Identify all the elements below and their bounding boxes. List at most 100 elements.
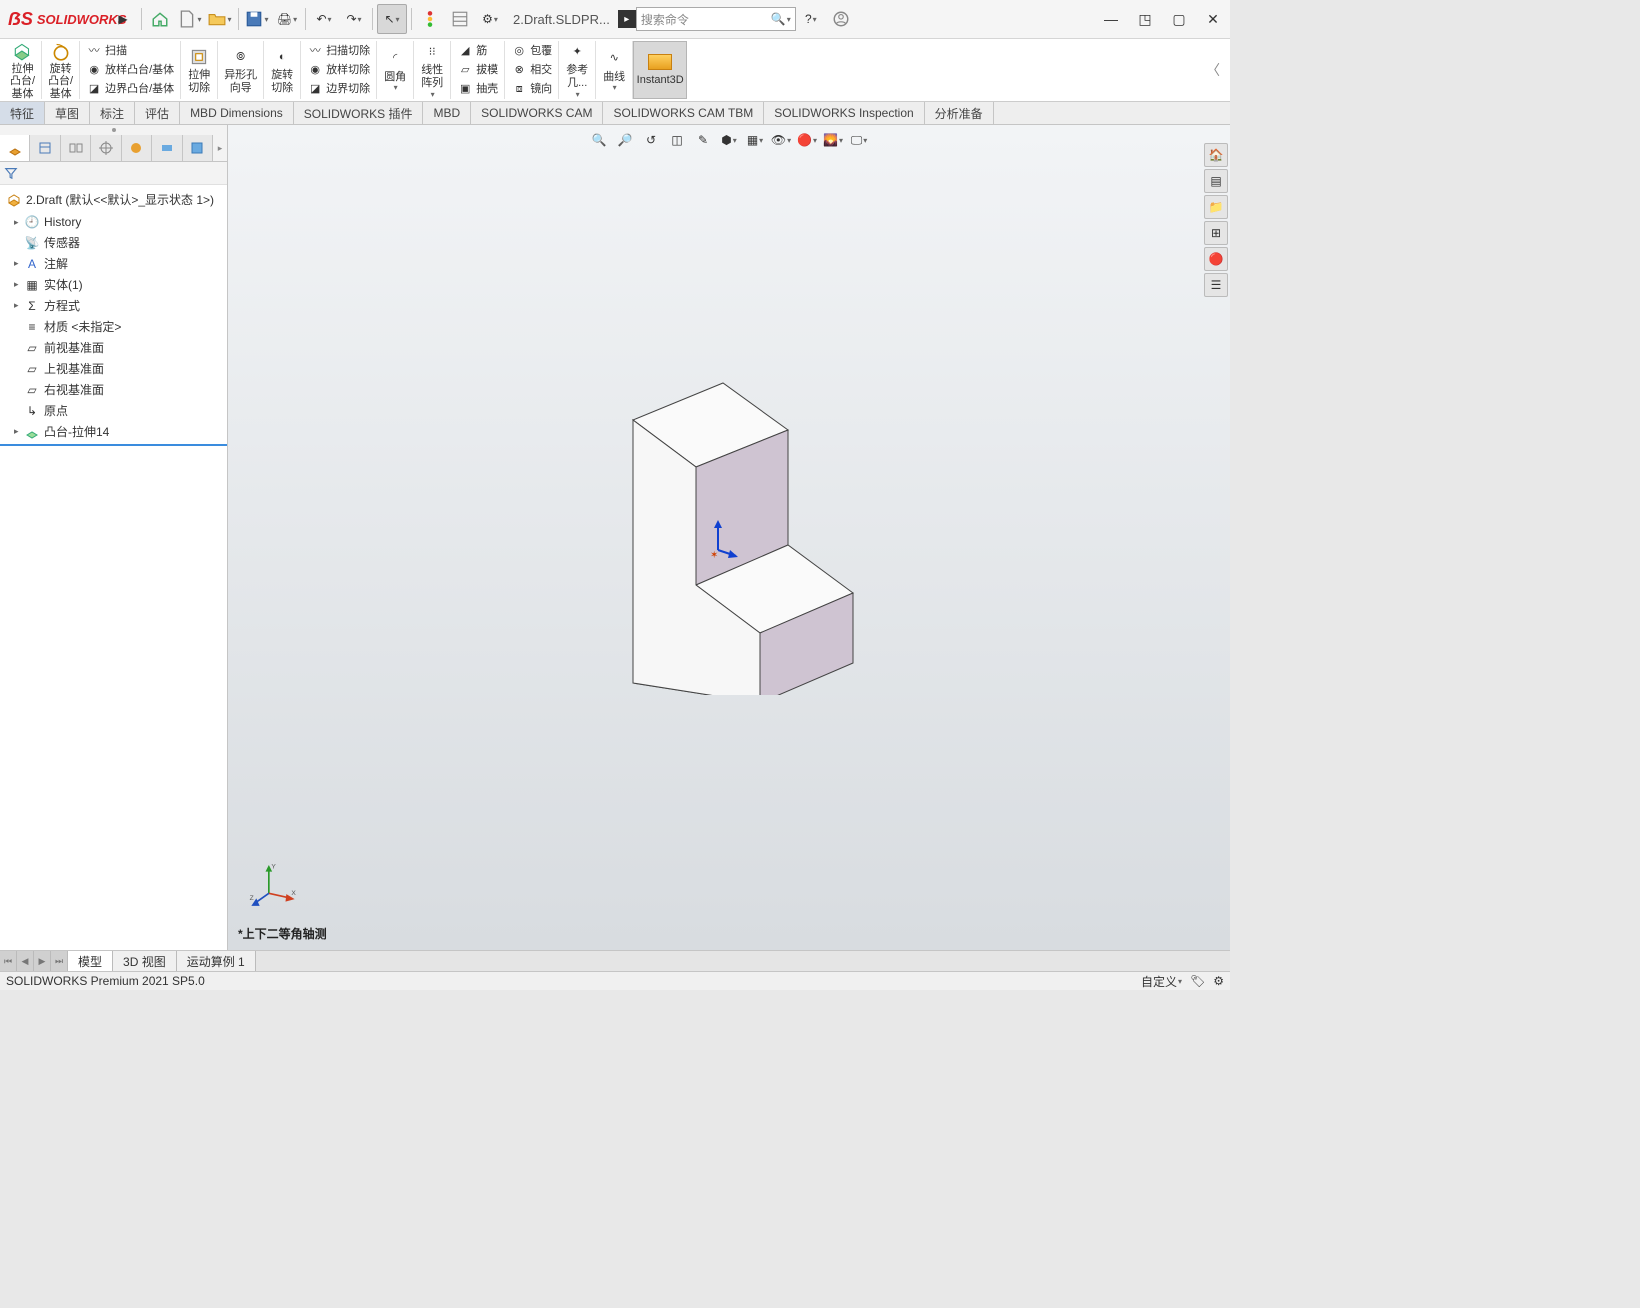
print-icon[interactable]: 🖨▾: [273, 5, 301, 33]
status-tag-icon[interactable]: 🏷: [1190, 974, 1205, 988]
tree-top-plane[interactable]: ▱上视基准面: [0, 358, 227, 379]
feature-manager-tab[interactable]: [0, 135, 30, 161]
restore-button[interactable]: ▢: [1162, 0, 1196, 38]
ribbon-collapse-icon[interactable]: 〈: [1206, 41, 1226, 99]
tab-solidworks-cam[interactable]: SOLIDWORKS CAM: [471, 102, 603, 124]
tab-evaluate[interactable]: 评估: [135, 102, 180, 124]
edit-appearance-icon[interactable]: 🔴▾: [795, 129, 819, 151]
taskpane-custom-props-icon[interactable]: ☰: [1204, 273, 1228, 297]
command-search-input[interactable]: 搜索命令🔍▾: [636, 7, 796, 31]
revolved-cut-button[interactable]: ◐旋转 切除: [268, 44, 296, 96]
display-manager-tab[interactable]: [122, 135, 152, 161]
previous-view-icon[interactable]: ↺: [639, 129, 663, 151]
boundary-cut-button[interactable]: ◪边界切除: [304, 80, 373, 98]
tab-solidworks-addins[interactable]: SOLIDWORKS 插件: [294, 102, 424, 124]
undo-icon[interactable]: ↶▾: [310, 5, 338, 33]
taskpane-file-explorer-icon[interactable]: 📁: [1204, 195, 1228, 219]
taskpane-view-palette-icon[interactable]: ⊞: [1204, 221, 1228, 245]
curves-button[interactable]: ∿曲线▾: [600, 46, 628, 95]
tab-nav-last-icon[interactable]: ⏭: [51, 951, 68, 971]
extruded-boss-button[interactable]: 拉伸 凸台/ 基体: [7, 38, 38, 103]
tab-mbd[interactable]: MBD: [423, 102, 471, 124]
taskpane-appearances-icon[interactable]: 🔴: [1204, 247, 1228, 271]
tab-solidworks-cam-tbm[interactable]: SOLIDWORKS CAM TBM: [603, 102, 764, 124]
home-icon[interactable]: [146, 5, 174, 33]
linear-pattern-button[interactable]: ⁝⁝线性 阵列▾: [418, 39, 446, 100]
tab-solidworks-inspection[interactable]: SOLIDWORKS Inspection: [764, 102, 924, 124]
display-style-icon[interactable]: ▦▾: [743, 129, 767, 151]
boundary-boss-button[interactable]: ◪边界凸台/基体: [83, 80, 177, 98]
status-gear-icon[interactable]: ⚙: [1213, 974, 1224, 988]
zoom-fit-icon[interactable]: 🔍: [587, 129, 611, 151]
status-unit-system[interactable]: 自定义 ▾: [1141, 973, 1182, 990]
apply-scene-icon[interactable]: 🌄▾: [821, 129, 845, 151]
tree-history[interactable]: ▸🕘History: [0, 212, 227, 232]
taskpane-design-library-icon[interactable]: ▤: [1204, 169, 1228, 193]
tree-annotations[interactable]: ▸A注解: [0, 253, 227, 274]
save-icon[interactable]: ▾: [243, 5, 271, 33]
help-icon[interactable]: ?▾: [797, 5, 825, 33]
fillet-button[interactable]: ◜圆角▾: [381, 46, 409, 95]
user-account-icon[interactable]: [827, 5, 855, 33]
bottom-tab-motion-study[interactable]: 运动算例 1: [177, 951, 256, 971]
tree-root-node[interactable]: 2.Draft (默认<<默认>_显示状态 1>): [0, 187, 227, 212]
tree-boss-extrude-14[interactable]: ▸凸台-拉伸14: [0, 421, 227, 442]
gear-icon[interactable]: ⚙▾: [476, 5, 504, 33]
swept-boss-button[interactable]: 〰扫描: [83, 42, 177, 60]
bottom-tab-model[interactable]: 模型: [68, 951, 113, 971]
dimxpert-manager-tab[interactable]: [91, 135, 121, 161]
tab-nav-next-icon[interactable]: ▶: [34, 951, 51, 971]
lofted-cut-button[interactable]: ◉放样切除: [304, 61, 373, 79]
graphics-viewport[interactable]: ⬜ ⬜ — ▣ ✕ 🔍 🔎 ↺ ◫ ✎ ⬢▾ ▦▾ 👁▾ 🔴▾ 🌄▾ 🖵▾ 🏠 …: [228, 125, 1230, 950]
redo-icon[interactable]: ↷▾: [340, 5, 368, 33]
tree-sensors[interactable]: 📡传感器: [0, 232, 227, 253]
tree-equations[interactable]: ▸Σ方程式: [0, 295, 227, 316]
section-view-icon[interactable]: ◫: [665, 129, 689, 151]
view-orientation-icon[interactable]: ⬢▾: [717, 129, 741, 151]
lofted-boss-button[interactable]: ◉放样凸台/基体: [83, 61, 177, 79]
tab-feature[interactable]: 特征: [0, 102, 45, 124]
property-manager-tab[interactable]: [30, 135, 60, 161]
tab-nav-prev-icon[interactable]: ◀: [17, 951, 34, 971]
tab-nav-first-icon[interactable]: ⏮: [0, 951, 17, 971]
tree-solid-bodies[interactable]: ▸▦实体(1): [0, 274, 227, 295]
backstage-button[interactable]: ◳: [1128, 0, 1162, 38]
form-icon[interactable]: [446, 5, 474, 33]
open-file-icon[interactable]: ▾: [206, 5, 234, 33]
intersect-button[interactable]: ⊗相交: [508, 61, 555, 79]
command-prompt-icon[interactable]: ▸: [618, 10, 636, 28]
new-file-icon[interactable]: ▾: [176, 5, 204, 33]
rollback-bar[interactable]: [0, 444, 227, 446]
cam-tool-tab[interactable]: [183, 135, 213, 161]
tree-filter-button[interactable]: [0, 162, 227, 185]
view-settings-icon[interactable]: 🖵▾: [847, 129, 871, 151]
select-cursor-icon[interactable]: ↖▾: [377, 4, 407, 34]
extruded-cut-button[interactable]: 拉伸 切除: [185, 44, 213, 96]
tree-origin[interactable]: ↳原点: [0, 400, 227, 421]
tab-sketch[interactable]: 草图: [45, 102, 90, 124]
tree-front-plane[interactable]: ▱前视基准面: [0, 337, 227, 358]
mirror-button[interactable]: ⧈镜向: [508, 80, 555, 98]
view-triad-icon[interactable]: Y X Z: [248, 860, 298, 910]
tree-material[interactable]: ≡材质 <未指定>: [0, 316, 227, 337]
wrap-button[interactable]: ◎包覆: [508, 42, 555, 60]
cam-manager-tab[interactable]: [152, 135, 182, 161]
minimize-button[interactable]: —: [1094, 0, 1128, 38]
hole-wizard-button[interactable]: ⦾异形孔 向导: [221, 44, 260, 96]
hide-show-icon[interactable]: 👁▾: [769, 129, 793, 151]
rib-button[interactable]: ◢筋: [454, 42, 501, 60]
configuration-manager-tab[interactable]: [61, 135, 91, 161]
traffic-light-icon[interactable]: [416, 5, 444, 33]
draft-button[interactable]: ▱拔模: [454, 61, 501, 79]
play-icon[interactable]: ▶: [109, 5, 137, 33]
bottom-tab-3dview[interactable]: 3D 视图: [113, 951, 177, 971]
close-button[interactable]: ✕: [1196, 0, 1230, 38]
reference-geometry-button[interactable]: ✦参考 几...▾: [563, 39, 591, 100]
tab-analysis-prep[interactable]: 分析准备: [925, 102, 994, 124]
panel-drag-handle[interactable]: [0, 125, 227, 135]
dynamic-annotation-icon[interactable]: ✎: [691, 129, 715, 151]
tab-annotate[interactable]: 标注: [90, 102, 135, 124]
tree-right-plane[interactable]: ▱右视基准面: [0, 379, 227, 400]
tab-mbd-dimensions[interactable]: MBD Dimensions: [180, 102, 294, 124]
swept-cut-button[interactable]: 〰扫描切除: [304, 42, 373, 60]
